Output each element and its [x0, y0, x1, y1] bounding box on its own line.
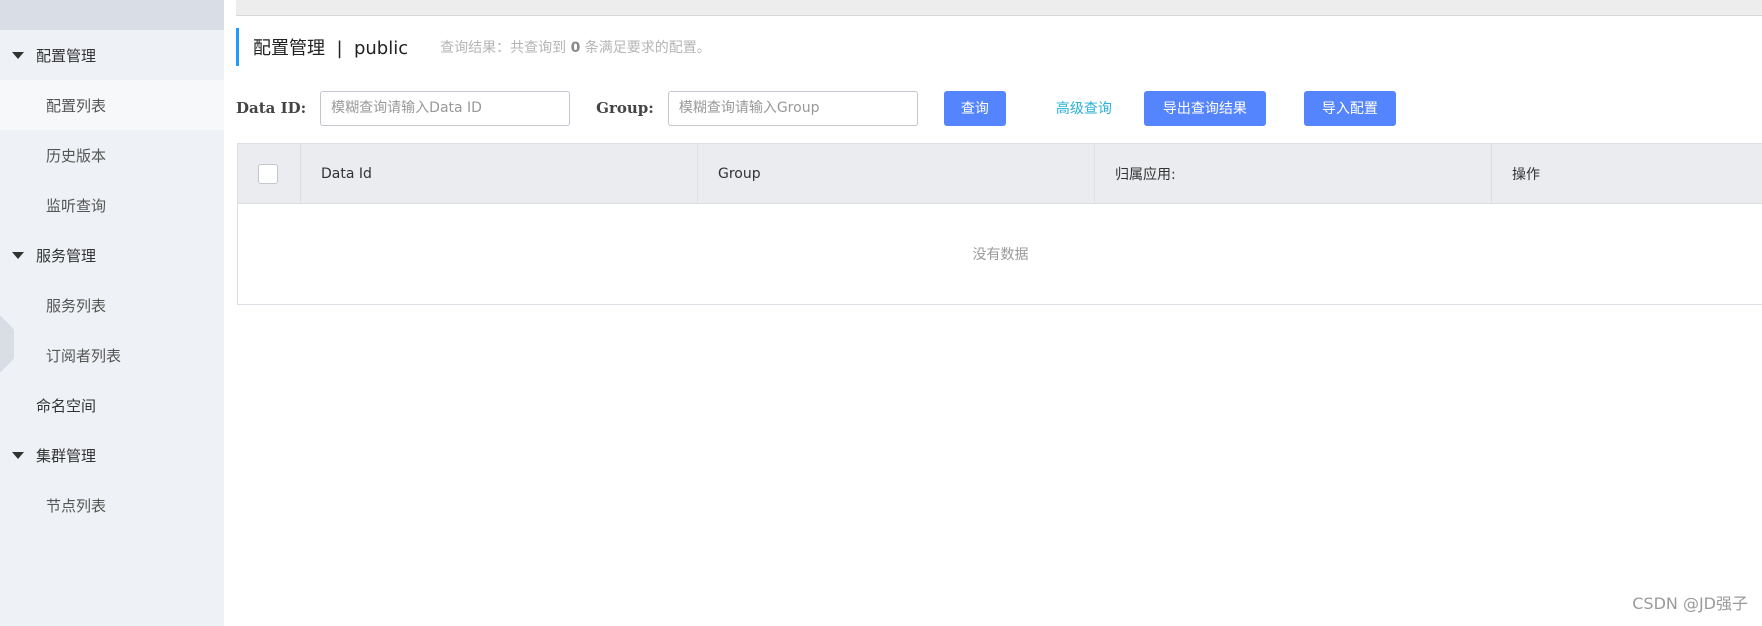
import-config-button[interactable]: 导入配置 — [1303, 90, 1396, 126]
sidebar-item-node-list[interactable]: 节点列表 — [0, 480, 224, 530]
sidebar-item-service-list[interactable]: 服务列表 — [0, 280, 224, 330]
sidebar-group-service[interactable]: 服务管理 — [0, 230, 224, 280]
column-header-actions: 操作 — [1512, 166, 1540, 183]
sidebar-item-namespace[interactable]: 命名空间 — [0, 380, 224, 430]
sidebar-item-label: 配置列表 — [46, 96, 107, 115]
sidebar-group-label: 配置管理 — [36, 46, 97, 65]
sidebar-item-listener-query[interactable]: 监听查询 — [0, 180, 224, 230]
sidebar-item-config-list[interactable]: 配置列表 — [0, 80, 224, 130]
summary-prefix: 查询结果：共查询到 — [440, 40, 567, 56]
query-summary: 查询结果：共查询到 0 条满足要求的配置。 — [440, 37, 711, 57]
sidebar-item-label: 历史版本 — [46, 146, 107, 165]
advanced-query-link[interactable]: 高级查询 — [1056, 98, 1112, 118]
caret-down-icon — [12, 51, 24, 59]
config-table: Data Id Group 归属应用: 操作 没有数据 — [237, 143, 1762, 305]
summary-suffix: 条满足要求的配置。 — [584, 40, 711, 56]
export-results-button[interactable]: 导出查询结果 — [1143, 90, 1266, 126]
sidebar-item-label: 命名空间 — [36, 396, 97, 415]
sidebar-item-label: 监听查询 — [46, 196, 107, 215]
group-label: Group: — [596, 99, 654, 117]
page-title: 配置管理 | public — [253, 38, 409, 59]
sidebar-item-label: 服务列表 — [46, 296, 107, 315]
caret-down-icon — [12, 451, 24, 459]
sidebar-group-label: 服务管理 — [36, 246, 97, 265]
column-header-group[interactable]: Group — [698, 144, 1095, 203]
dataid-label: Data ID: — [236, 99, 307, 117]
sidebar-item-label: 订阅者列表 — [46, 346, 122, 365]
dataid-input[interactable] — [320, 90, 571, 126]
sidebar-group-label: 集群管理 — [36, 446, 97, 465]
empty-state: 没有数据 — [972, 247, 1029, 263]
top-bar — [236, 0, 1762, 16]
sidebar-group-cluster[interactable]: 集群管理 — [0, 430, 224, 480]
sidebar-item-subscriber-list[interactable]: 订阅者列表 — [0, 330, 224, 380]
group-input[interactable] — [667, 90, 918, 126]
sidebar-group-config[interactable]: 配置管理 — [0, 30, 224, 80]
watermark: CSDN @JD强子 — [1632, 594, 1748, 613]
summary-count: 0 — [570, 40, 581, 56]
column-header-app[interactable]: 归属应用: — [1095, 144, 1492, 203]
table-header: Data Id Group 归属应用: 操作 — [238, 144, 1762, 204]
select-all-cell — [238, 144, 301, 203]
sidebar-item-label: 节点列表 — [46, 496, 107, 515]
query-button[interactable]: 查询 — [943, 90, 1006, 126]
caret-down-icon — [12, 251, 24, 259]
filter-bar: Data ID: Group: 查询 高级查询 导出查询结果 导入配置 — [236, 90, 1396, 126]
column-header-data-id[interactable]: Data Id — [301, 144, 698, 203]
page-header: 配置管理 | public 查询结果：共查询到 0 条满足要求的配置。 — [236, 28, 711, 66]
sidebar: 配置管理 配置列表 历史版本 监听查询 服务管理 服务列表 订阅者列表 命名空间… — [0, 0, 224, 626]
select-all-checkbox[interactable] — [258, 163, 278, 184]
sidebar-header — [0, 0, 224, 30]
sidebar-item-history[interactable]: 历史版本 — [0, 130, 224, 180]
